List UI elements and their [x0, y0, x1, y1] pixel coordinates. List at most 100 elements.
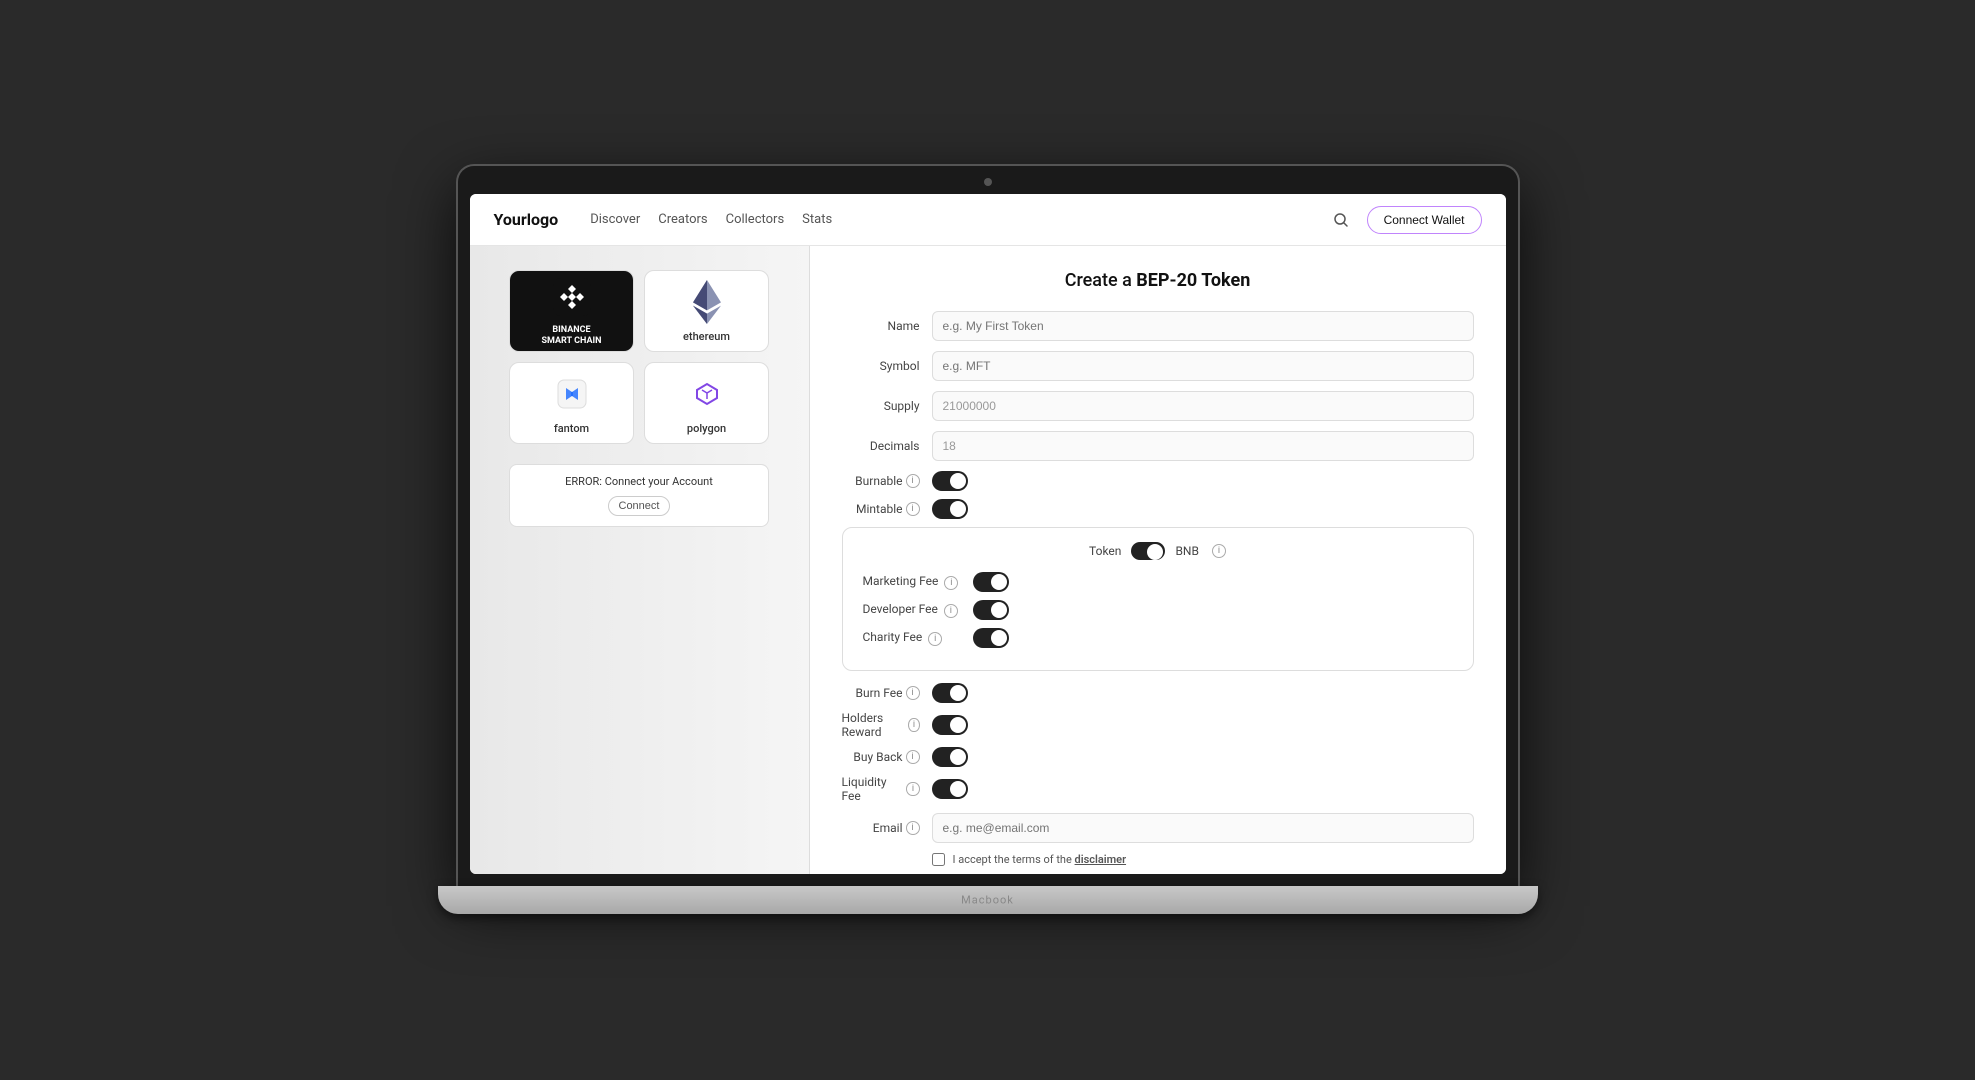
- form-title: Create a BEP-20 Token: [842, 270, 1474, 291]
- burnable-label: Burnable: [855, 474, 902, 488]
- developer-fee-row: Developer Fee i: [863, 600, 1453, 620]
- charity-fee-row: Charity Fee i: [863, 628, 1453, 648]
- charity-fee-label-container: Charity Fee i: [863, 630, 973, 646]
- symbol-label-container: Symbol: [842, 359, 932, 373]
- marketing-fee-info-icon[interactable]: i: [944, 576, 958, 590]
- burn-fee-label-container: Burn Fee i: [842, 686, 932, 700]
- right-panel: Create a BEP-20 Token Name: [810, 246, 1506, 874]
- burnable-toggle[interactable]: [932, 471, 968, 491]
- nav-link-creators[interactable]: Creators: [658, 212, 707, 227]
- buy-back-label: Buy Back: [853, 750, 902, 764]
- marketing-fee-label-container: Marketing Fee i: [863, 574, 973, 590]
- disclaimer-link[interactable]: disclaimer: [1075, 853, 1127, 866]
- chain-card-binance[interactable]: BINANCE SMART CHAIN: [509, 270, 634, 352]
- burn-fee-toggle[interactable]: [932, 683, 968, 703]
- polygon-logo: [685, 372, 729, 416]
- nav-link-collectors[interactable]: Collectors: [726, 212, 785, 227]
- decimals-label: Decimals: [870, 439, 920, 453]
- decimals-label-container: Decimals: [842, 439, 932, 453]
- fee-section-header: Token BNB i: [863, 542, 1453, 560]
- charity-fee-toggle[interactable]: [973, 628, 1009, 648]
- supply-label: Supply: [884, 399, 920, 413]
- supply-row: Supply: [842, 391, 1474, 421]
- fee-section: Token BNB i Marketing Fee i: [842, 527, 1474, 671]
- nav-link-discover[interactable]: Discover: [590, 212, 640, 227]
- token-bnb-toggle[interactable]: [1131, 542, 1165, 560]
- disclaimer-row: I accept the terms of the disclaimer: [842, 853, 1474, 866]
- liquidity-fee-label-container: Liquidity Fee i: [842, 775, 932, 803]
- bottom-toggles: Burn Fee i Holders Reward i: [842, 683, 1474, 803]
- search-button[interactable]: [1327, 206, 1355, 234]
- bnb-label: BNB: [1175, 544, 1199, 558]
- charity-fee-info-icon[interactable]: i: [928, 632, 942, 646]
- buy-back-info-icon[interactable]: i: [906, 750, 920, 764]
- charity-fee-label: Charity Fee: [863, 630, 923, 644]
- marketing-fee-row: Marketing Fee i: [863, 572, 1453, 592]
- disclaimer-checkbox[interactable]: [932, 853, 945, 866]
- name-label: Name: [888, 319, 920, 333]
- supply-input[interactable]: [932, 391, 1474, 421]
- developer-fee-toggle[interactable]: [973, 600, 1009, 620]
- holders-reward-toggle[interactable]: [932, 715, 968, 735]
- fee-info-icon[interactable]: i: [1212, 544, 1226, 558]
- mintable-label: Mintable: [856, 502, 903, 516]
- name-input[interactable]: [932, 311, 1474, 341]
- chain-card-polygon[interactable]: polygon: [644, 362, 769, 444]
- error-box: ERROR: Connect your Account Connect: [509, 464, 769, 527]
- left-panel: BINANCE SMART CHAIN: [470, 246, 810, 874]
- burn-fee-info-icon[interactable]: i: [906, 686, 920, 700]
- main-content: BINANCE SMART CHAIN: [470, 246, 1506, 874]
- buy-back-toggle[interactable]: [932, 747, 968, 767]
- ethereum-logo: [685, 280, 729, 324]
- burnable-label-container: Burnable i: [842, 474, 932, 488]
- chain-card-ethereum[interactable]: ethereum: [644, 270, 769, 352]
- burn-fee-label: Burn Fee: [856, 686, 903, 700]
- nav-actions: Connect Wallet: [1327, 206, 1482, 234]
- error-message: ERROR: Connect your Account: [526, 475, 752, 488]
- holders-reward-label: Holders Reward: [842, 711, 906, 739]
- email-info-icon[interactable]: i: [906, 821, 920, 835]
- decimals-row: Decimals: [842, 431, 1474, 461]
- name-label-container: Name: [842, 319, 932, 333]
- marketing-fee-label: Marketing Fee: [863, 574, 939, 588]
- developer-fee-label-container: Developer Fee i: [863, 602, 973, 618]
- liquidity-fee-toggle[interactable]: [932, 779, 968, 799]
- buy-back-row: Buy Back i: [842, 747, 1474, 767]
- disclaimer-text: I accept the terms of the disclaimer: [953, 853, 1127, 866]
- nav-link-stats[interactable]: Stats: [802, 212, 832, 227]
- name-row: Name: [842, 311, 1474, 341]
- decimals-input[interactable]: [932, 431, 1474, 461]
- token-label: Token: [1089, 544, 1121, 558]
- mintable-info-icon[interactable]: i: [906, 502, 920, 516]
- symbol-row: Symbol: [842, 351, 1474, 381]
- liquidity-fee-label: Liquidity Fee: [842, 775, 904, 803]
- mintable-toggle[interactable]: [932, 499, 968, 519]
- supply-label-container: Supply: [842, 399, 932, 413]
- burn-fee-row: Burn Fee i: [842, 683, 1474, 703]
- search-icon: [1333, 212, 1349, 228]
- binance-logo: [550, 275, 594, 319]
- developer-fee-label: Developer Fee: [863, 602, 938, 616]
- nav-logo: Yourlogo: [494, 210, 559, 229]
- connect-small-button[interactable]: Connect: [608, 496, 671, 516]
- liquidity-fee-row: Liquidity Fee i: [842, 775, 1474, 803]
- developer-fee-info-icon[interactable]: i: [944, 604, 958, 618]
- email-label-container: Email i: [842, 821, 932, 835]
- mintable-row: Mintable i: [842, 499, 1474, 519]
- marketing-fee-toggle[interactable]: [973, 572, 1009, 592]
- holders-reward-info-icon[interactable]: i: [908, 718, 919, 732]
- symbol-input[interactable]: [932, 351, 1474, 381]
- symbol-label: Symbol: [880, 359, 920, 373]
- email-row: Email i: [842, 813, 1474, 843]
- burnable-row: Burnable i: [842, 471, 1474, 491]
- holders-reward-row: Holders Reward i: [842, 711, 1474, 739]
- fantom-logo: [550, 372, 594, 416]
- chain-grid: BINANCE SMART CHAIN: [509, 270, 769, 444]
- connect-wallet-button[interactable]: Connect Wallet: [1367, 206, 1482, 234]
- liquidity-fee-info-icon[interactable]: i: [906, 782, 919, 796]
- chain-card-fantom[interactable]: fantom: [509, 362, 634, 444]
- email-input[interactable]: [932, 813, 1474, 843]
- email-label: Email: [873, 821, 903, 835]
- macbook-base: [438, 886, 1538, 914]
- burnable-info-icon[interactable]: i: [906, 474, 920, 488]
